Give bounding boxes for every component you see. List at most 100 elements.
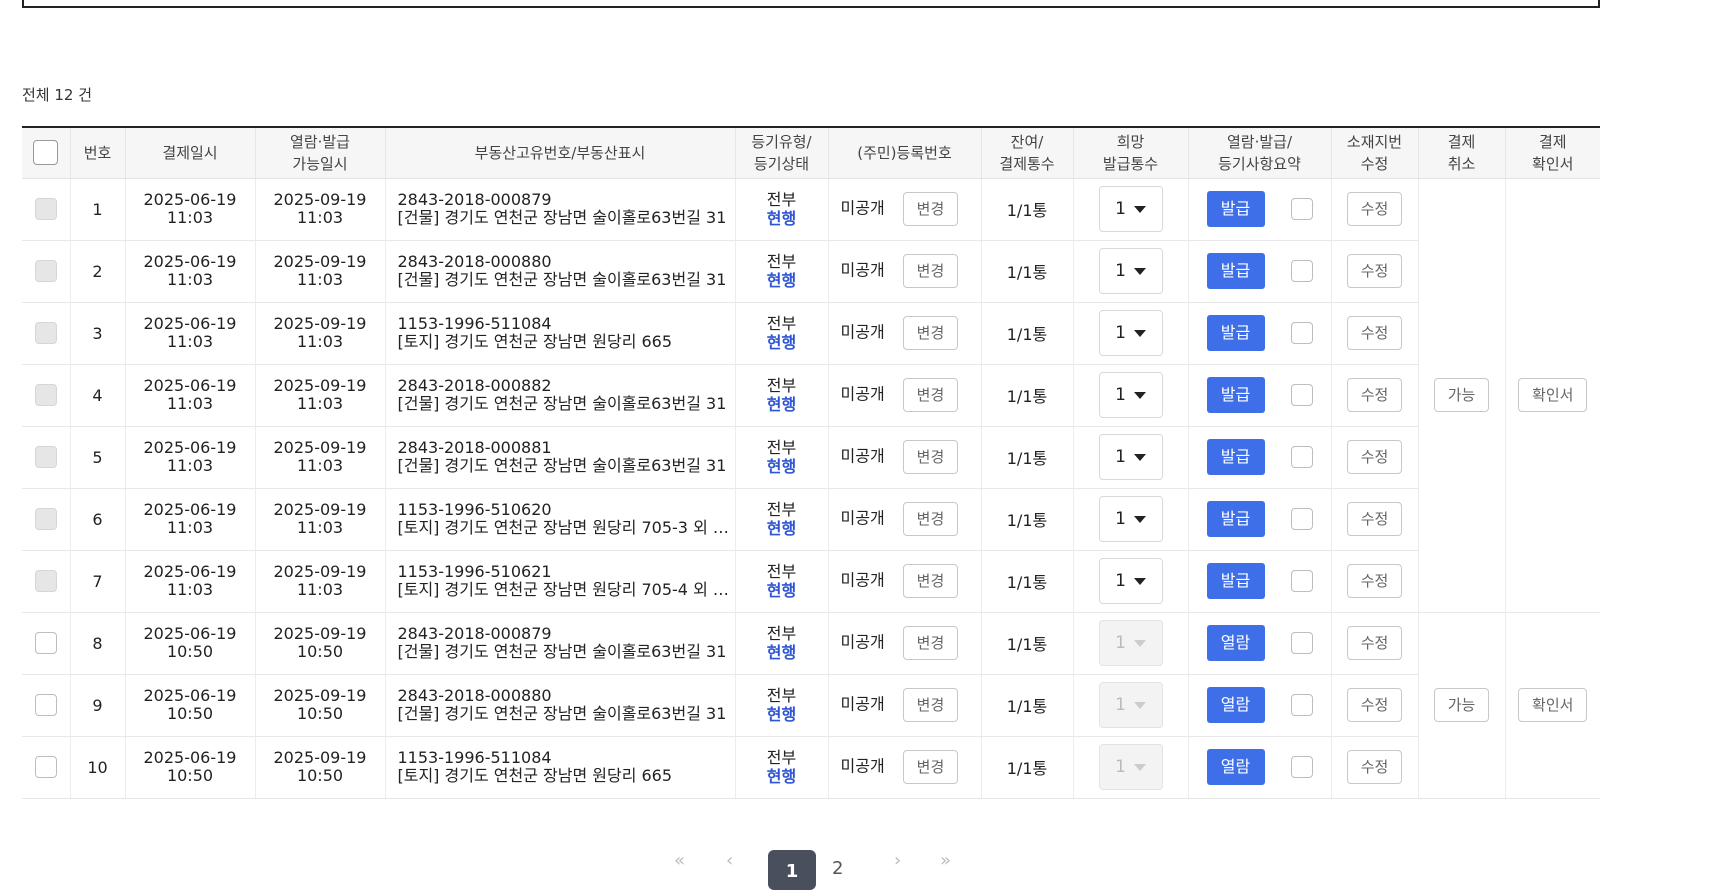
change-id-button[interactable]: 변경 bbox=[902, 378, 959, 412]
edit-address-button[interactable]: 수정 bbox=[1346, 378, 1403, 412]
avail-at-cell: 2025-09-19 10:50 bbox=[255, 612, 386, 675]
row-checkbox[interactable] bbox=[34, 756, 57, 778]
desired-count-select[interactable]: 1 bbox=[1098, 558, 1163, 604]
edit-address-button[interactable]: 수정 bbox=[1346, 626, 1403, 660]
summary-checkbox[interactable] bbox=[1290, 446, 1313, 468]
reg-status: 현행 bbox=[766, 767, 797, 786]
summary-checkbox[interactable] bbox=[1290, 570, 1313, 592]
desired-count-select[interactable]: 1 bbox=[1098, 248, 1163, 294]
table-row: 3 2025-06-19 11:03 2025-09-19 11:03 1153-1996… bbox=[22, 302, 1600, 365]
last-page-icon[interactable]: » bbox=[940, 850, 951, 871]
issue-button[interactable]: 발급 bbox=[1206, 563, 1265, 599]
col-property: 부동산고유번호/부동산표시 bbox=[385, 126, 736, 179]
summary-checkbox[interactable] bbox=[1290, 508, 1313, 530]
summary-checkbox[interactable] bbox=[1290, 260, 1313, 282]
paid-time: 11:03 bbox=[166, 208, 214, 227]
summary-checkbox[interactable] bbox=[1290, 694, 1313, 716]
change-id-button[interactable]: 변경 bbox=[902, 192, 959, 226]
id-number-value: 미공개 bbox=[840, 384, 885, 404]
summary-checkbox[interactable] bbox=[1290, 198, 1313, 220]
issue-button[interactable]: 발급 bbox=[1206, 315, 1265, 351]
row-checkbox[interactable] bbox=[34, 632, 57, 654]
edit-address-button[interactable]: 수정 bbox=[1346, 502, 1403, 536]
col-paid-at-label: 결제일시 bbox=[162, 143, 218, 162]
avail-at-cell: 2025-09-19 11:03 bbox=[255, 178, 386, 241]
col-view-issue-line2: 등기사항요약 bbox=[1218, 154, 1301, 173]
desired-count-select[interactable]: 1 bbox=[1098, 310, 1163, 356]
reg-type: 전부 bbox=[766, 686, 797, 705]
desired-count-value: 1 bbox=[1115, 199, 1126, 219]
property-id: 2843-2018-000882 bbox=[397, 376, 552, 395]
edit-address-button[interactable]: 수정 bbox=[1346, 688, 1403, 722]
avail-at-cell: 2025-09-19 11:03 bbox=[255, 488, 386, 551]
first-page-icon[interactable]: « bbox=[674, 850, 685, 871]
view-button[interactable]: 열람 bbox=[1206, 625, 1265, 661]
change-id-button[interactable]: 변경 bbox=[902, 316, 959, 350]
paid-at-cell: 2025-06-19 10:50 bbox=[125, 674, 256, 737]
receipt-button[interactable]: 확인서 bbox=[1518, 688, 1588, 722]
change-id-button[interactable]: 변경 bbox=[902, 440, 959, 474]
issue-button[interactable]: 발급 bbox=[1206, 439, 1265, 475]
issue-button[interactable]: 발급 bbox=[1206, 501, 1265, 537]
paid-time: 11:03 bbox=[166, 332, 214, 351]
reg-type-cell: 전부 현행 bbox=[735, 302, 829, 365]
avail-at-cell: 2025-09-19 11:03 bbox=[255, 302, 386, 365]
desired-count-select[interactable]: 1 bbox=[1098, 496, 1163, 542]
edit-address-button[interactable]: 수정 bbox=[1346, 192, 1403, 226]
change-id-button[interactable]: 변경 bbox=[902, 254, 959, 288]
summary-checkbox[interactable] bbox=[1290, 322, 1313, 344]
avail-time: 10:50 bbox=[296, 704, 344, 723]
change-id-button[interactable]: 변경 bbox=[902, 564, 959, 598]
change-id-button[interactable]: 변경 bbox=[902, 688, 959, 722]
desired-count-select[interactable]: 1 bbox=[1098, 186, 1163, 232]
col-id-number-label: (주민)등록번호 bbox=[857, 143, 952, 162]
id-number-cell: 미공개 변경 bbox=[828, 550, 982, 613]
change-id-button[interactable]: 변경 bbox=[902, 502, 959, 536]
reg-type: 전부 bbox=[766, 376, 797, 395]
select-all-checkbox[interactable] bbox=[33, 140, 59, 166]
property-cell: 1153-1996-511084 [토지] 경기도 연천군 장남면 원당리 665 bbox=[385, 302, 736, 365]
desired-count-select[interactable]: 1 bbox=[1098, 372, 1163, 418]
cancel-cell: 가능 bbox=[1418, 178, 1506, 613]
edit-address-button[interactable]: 수정 bbox=[1346, 440, 1403, 474]
col-view-issue: 열람·발급/등기사항요약 bbox=[1188, 126, 1332, 179]
next-page-icon[interactable]: › bbox=[894, 850, 901, 871]
desired-count-value: 1 bbox=[1115, 323, 1126, 343]
caret-down-icon bbox=[1133, 267, 1146, 275]
paid-date: 2025-06-19 bbox=[143, 376, 237, 395]
change-id-button[interactable]: 변경 bbox=[902, 750, 959, 784]
issue-button[interactable]: 발급 bbox=[1206, 377, 1265, 413]
row-checkbox bbox=[34, 260, 57, 282]
row-select-cell bbox=[22, 674, 71, 737]
cancel-payment-button[interactable]: 가능 bbox=[1433, 688, 1490, 722]
view-button[interactable]: 열람 bbox=[1206, 687, 1265, 723]
cancel-payment-button[interactable]: 가능 bbox=[1433, 378, 1490, 412]
receipt-button[interactable]: 확인서 bbox=[1518, 378, 1588, 412]
row-checkbox[interactable] bbox=[34, 694, 57, 716]
edit-address-button[interactable]: 수정 bbox=[1346, 564, 1403, 598]
id-number-cell: 미공개 변경 bbox=[828, 364, 982, 427]
page-button-current[interactable]: 1 bbox=[768, 850, 816, 890]
issue-button[interactable]: 발급 bbox=[1206, 191, 1265, 227]
issue-button[interactable]: 발급 bbox=[1206, 253, 1265, 289]
view-button[interactable]: 열람 bbox=[1206, 749, 1265, 785]
caret-down-icon bbox=[1133, 763, 1146, 771]
desired-count-select[interactable]: 1 bbox=[1098, 434, 1163, 480]
edit-address-button[interactable]: 수정 bbox=[1346, 254, 1403, 288]
paid-date: 2025-06-19 bbox=[143, 562, 237, 581]
caret-down-icon bbox=[1133, 453, 1146, 461]
summary-checkbox[interactable] bbox=[1290, 756, 1313, 778]
avail-time: 11:03 bbox=[296, 580, 344, 599]
summary-checkbox[interactable] bbox=[1290, 384, 1313, 406]
remaining-count: 1/1통 bbox=[981, 178, 1074, 241]
avail-date: 2025-09-19 bbox=[273, 252, 367, 271]
edit-address-button[interactable]: 수정 bbox=[1346, 316, 1403, 350]
page-button-2[interactable]: 2 bbox=[832, 858, 843, 879]
desired-count-value: 1 bbox=[1115, 509, 1126, 529]
paid-date: 2025-06-19 bbox=[143, 438, 237, 457]
prev-page-icon[interactable]: ‹ bbox=[726, 850, 733, 871]
caret-down-icon bbox=[1133, 701, 1146, 709]
edit-address-button[interactable]: 수정 bbox=[1346, 750, 1403, 784]
summary-checkbox[interactable] bbox=[1290, 632, 1313, 654]
change-id-button[interactable]: 변경 bbox=[902, 626, 959, 660]
